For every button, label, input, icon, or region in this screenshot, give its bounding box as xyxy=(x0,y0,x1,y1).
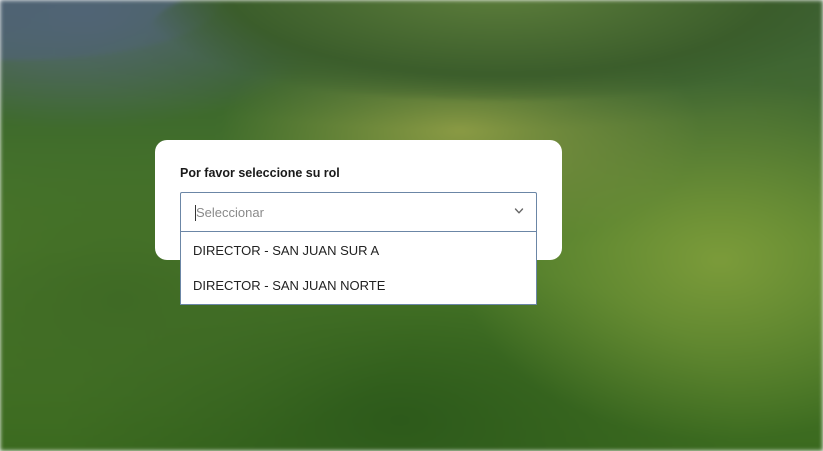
role-option-san-juan-norte[interactable]: DIRECTOR - SAN JUAN NORTE xyxy=(193,278,385,293)
role-option-san-juan-sur-a[interactable]: DIRECTOR - SAN JUAN SUR A xyxy=(193,243,379,258)
role-select[interactable]: Seleccionar xyxy=(180,192,537,232)
mountain-area xyxy=(150,0,823,100)
chevron-down-icon[interactable] xyxy=(514,206,524,216)
role-select-placeholder: Seleccionar xyxy=(196,205,264,220)
role-options-list: DIRECTOR - SAN JUAN SUR A DIRECTOR - SAN… xyxy=(180,232,537,305)
role-prompt-label: Por favor seleccione su rol xyxy=(180,166,340,180)
